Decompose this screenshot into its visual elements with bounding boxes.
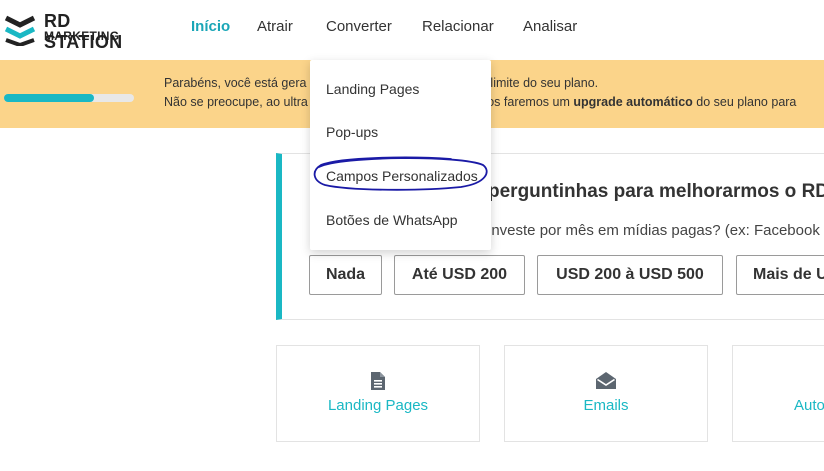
feature-card-landing-pages[interactable]: Landing Pages (276, 345, 480, 442)
top-header: RD STATION MARKETING Início Atrair Conve… (0, 0, 824, 60)
plan-usage-progress (4, 94, 134, 102)
menu-item-pop-ups[interactable]: Pop-ups (326, 124, 378, 140)
feature-card-automation[interactable]: Auto (732, 345, 824, 442)
menu-item-campos-personalizados[interactable]: Campos Personalizados (326, 168, 478, 184)
feature-label-landing-pages: Landing Pages (327, 397, 429, 414)
nav-inicio[interactable]: Início (191, 18, 230, 35)
menu-item-landing-pages[interactable]: Landing Pages (326, 81, 419, 97)
rd-logo-icon (4, 15, 36, 46)
envelope-icon (596, 372, 616, 394)
banner-line-2-end: do seu plano para (692, 95, 797, 109)
converter-dropdown-menu: Landing Pages Pop-ups Campos Personaliza… (310, 60, 491, 250)
nav-converter[interactable]: Converter (326, 18, 392, 35)
question-title: perguntinhas para melhorarmos o RD (488, 181, 824, 202)
option-nada-button[interactable]: Nada (309, 255, 382, 295)
feature-card-emails[interactable]: Emails (504, 345, 708, 442)
plan-usage-progress-fill (4, 94, 94, 102)
question-subtitle: investe por mês em mídias pagas? (ex: Fa… (488, 222, 820, 239)
logo-subtitle: MARKETING (44, 29, 120, 43)
nav-relacionar[interactable]: Relacionar (422, 18, 494, 35)
banner-line-2-start: Não se preocupe, ao ultra (164, 95, 308, 109)
feature-label-emails: Emails (583, 397, 629, 414)
option-mais-de-button[interactable]: Mais de USD (736, 255, 824, 295)
menu-item-botoes-whatsapp[interactable]: Botões de WhatsApp (326, 212, 458, 228)
option-200-500-button[interactable]: USD 200 à USD 500 (537, 255, 723, 295)
banner-line-2-bold: upgrade automático (573, 95, 693, 109)
option-ate-200-button[interactable]: Até USD 200 (394, 255, 525, 295)
feature-label-automation: Auto (794, 397, 824, 414)
nav-atrair[interactable]: Atrair (257, 18, 293, 35)
rd-station-logo[interactable]: RD STATION MARKETING (4, 10, 149, 52)
nav-analisar[interactable]: Analisar (523, 18, 577, 35)
banner-line-1-start: Parabéns, você está gera (164, 76, 307, 90)
document-icon (371, 372, 385, 395)
